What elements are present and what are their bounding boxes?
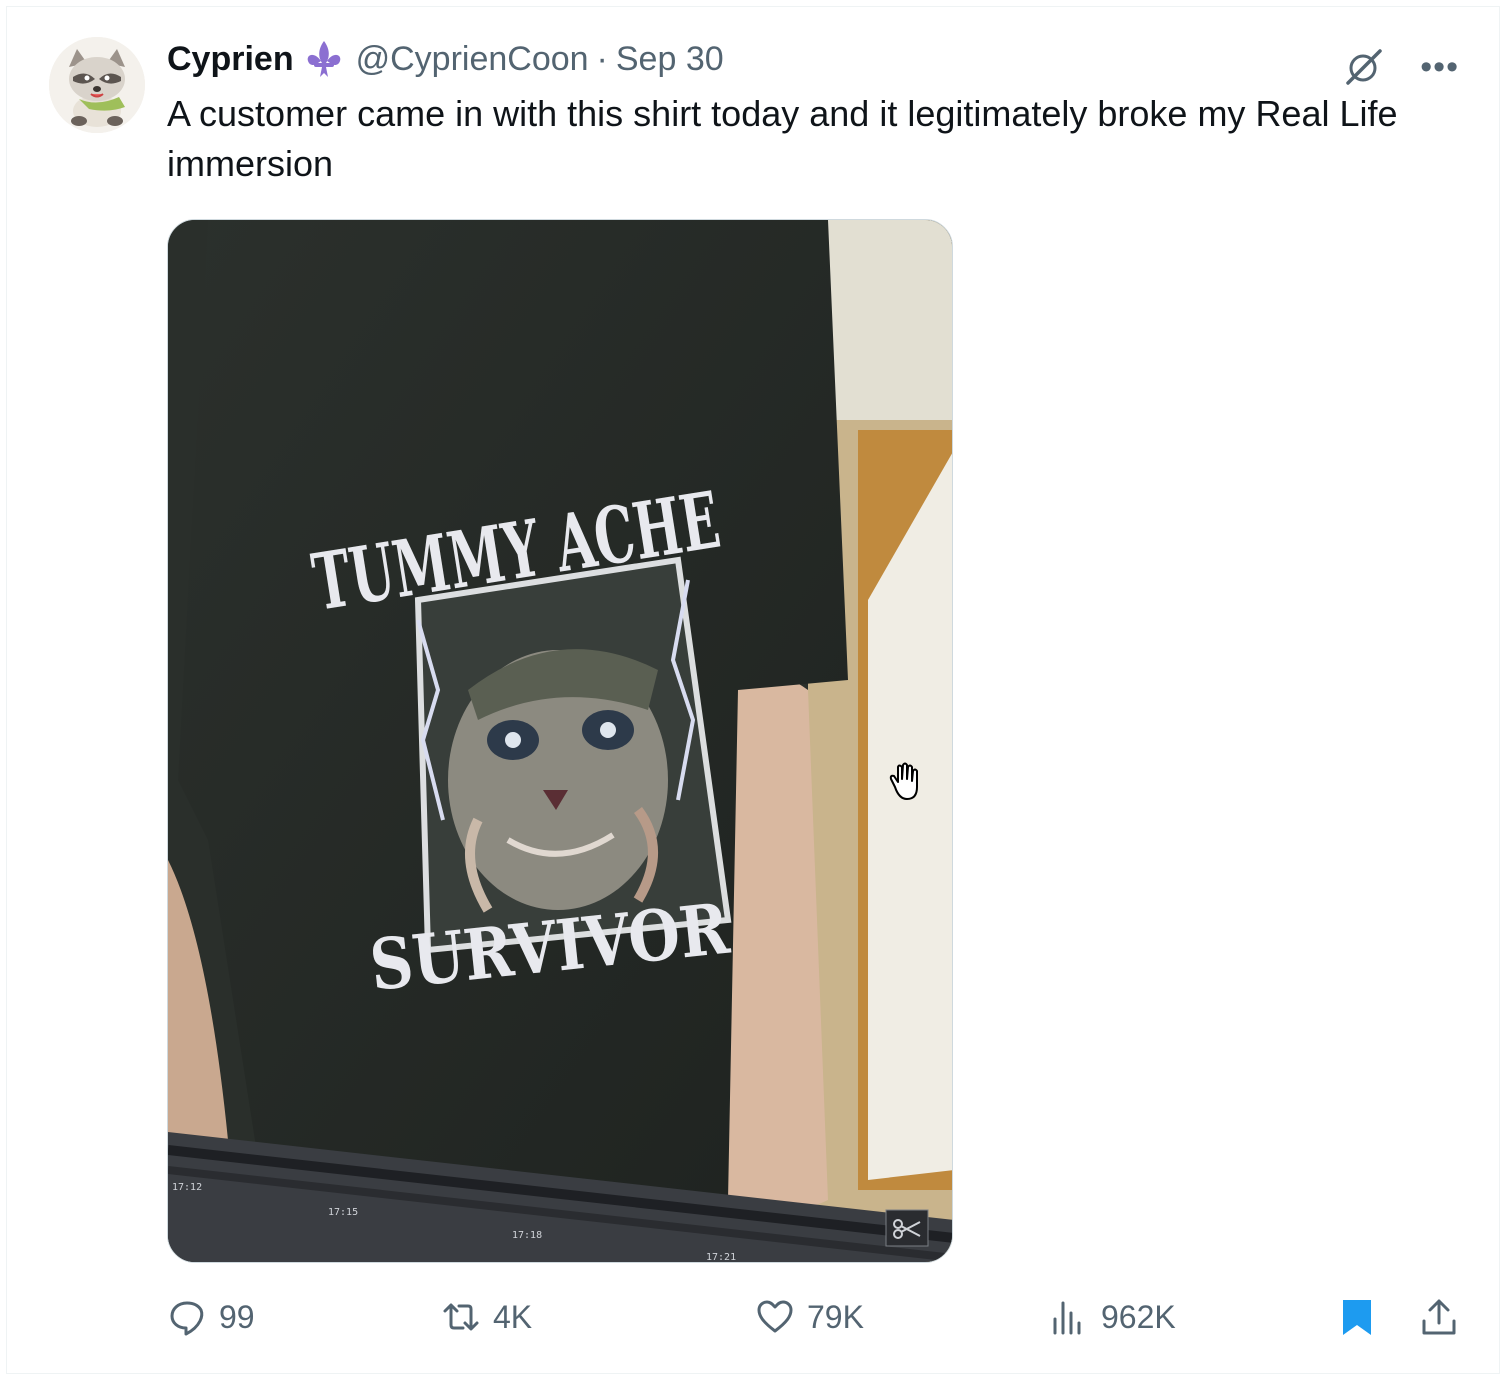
header-separator: · bbox=[596, 39, 608, 78]
raccoon-avatar-icon bbox=[49, 37, 145, 133]
timeline-label-3: 17:18 bbox=[512, 1230, 542, 1241]
views-button[interactable]: 962K bbox=[1049, 1297, 1176, 1337]
tweet-media-photo[interactable]: TUMMY ACHE SURVIVOR 17:12 17:15 17:18 17… bbox=[167, 219, 953, 1263]
timeline-label-4: 17:21 bbox=[706, 1252, 736, 1263]
author-name[interactable]: Cyprien bbox=[167, 40, 294, 79]
tweet-date[interactable]: Sep 30 bbox=[616, 40, 724, 79]
timeline-label-1: 17:12 bbox=[172, 1182, 202, 1193]
scissors-icon bbox=[885, 1209, 929, 1247]
heart-icon bbox=[757, 1300, 793, 1333]
tweet-text: A customer came in with this shirt today… bbox=[167, 93, 1398, 184]
more-options-icon[interactable]: ••• bbox=[1420, 50, 1459, 84]
bookmark-icon bbox=[1343, 1300, 1371, 1335]
reply-count: 99 bbox=[219, 1298, 255, 1335]
repost-icon bbox=[443, 1303, 479, 1331]
fleur-de-lis-icon bbox=[302, 37, 346, 81]
tweet-header: Cyprien @CyprienCoon · Sep 30 bbox=[167, 37, 724, 81]
reply-button[interactable]: 99 bbox=[167, 1297, 255, 1337]
grok-icon[interactable] bbox=[1342, 45, 1386, 89]
like-button[interactable]: 79K bbox=[755, 1297, 864, 1337]
top-right-actions: ••• bbox=[1342, 45, 1459, 89]
reply-icon bbox=[170, 1301, 204, 1336]
like-count: 79K bbox=[807, 1298, 864, 1335]
bookmark-button[interactable] bbox=[1337, 1297, 1389, 1337]
author-handle[interactable]: @CyprienCoon bbox=[356, 40, 589, 79]
repost-button[interactable]: 4K bbox=[441, 1297, 532, 1337]
repost-count: 4K bbox=[493, 1298, 533, 1335]
views-chart-icon bbox=[1053, 1301, 1081, 1335]
share-button[interactable] bbox=[1419, 1297, 1471, 1337]
tweet-card[interactable]: Cyprien @CyprienCoon · Sep 30 ••• A cust… bbox=[6, 6, 1500, 1374]
hand-cursor-icon bbox=[881, 757, 929, 805]
views-count: 962K bbox=[1101, 1298, 1176, 1335]
share-icon bbox=[1422, 1299, 1456, 1335]
shirt-photo: TUMMY ACHE SURVIVOR 17:12 17:15 17:18 17… bbox=[168, 220, 952, 1263]
timeline-label-2: 17:15 bbox=[328, 1207, 358, 1218]
avatar[interactable] bbox=[49, 37, 145, 133]
action-bar: 99 4K 79K 962K bbox=[167, 1297, 1461, 1347]
